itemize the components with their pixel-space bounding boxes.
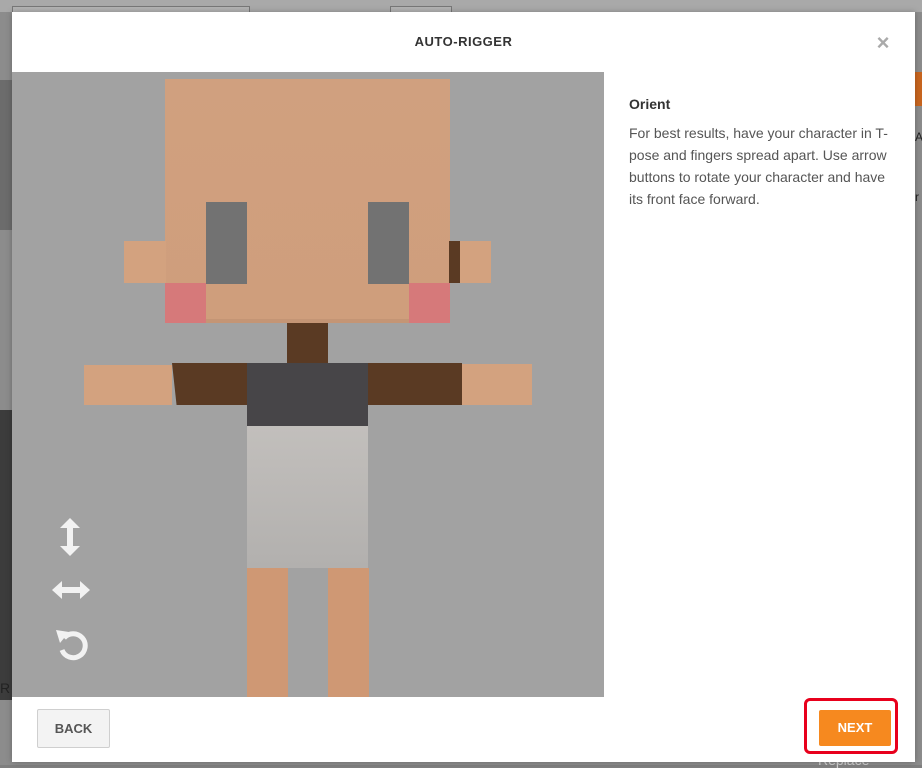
- horizontal-arrows-icon[interactable]: [50, 578, 92, 607]
- close-icon[interactable]: ×: [874, 32, 892, 54]
- background-panel: [0, 410, 12, 700]
- back-button[interactable]: BACK: [37, 709, 110, 748]
- character-head: [165, 79, 450, 323]
- character-eye-left: [206, 202, 247, 284]
- character-cheek-left: [165, 283, 206, 323]
- panel-title: Orient: [629, 96, 671, 112]
- character-hand-left: [84, 365, 172, 405]
- character-cheek-right: [409, 283, 450, 323]
- background-label: r: [915, 190, 919, 204]
- character-hand-right: [462, 364, 532, 405]
- character-leg-right: [328, 568, 369, 697]
- character-eye-right: [368, 202, 409, 284]
- background-button: [914, 72, 922, 106]
- rotate-icon[interactable]: [52, 624, 92, 669]
- character-leg-left: [247, 568, 288, 697]
- next-button[interactable]: NEXT: [819, 710, 891, 746]
- panel-description: For best results, have your character in…: [629, 125, 888, 207]
- character-ear-left: [124, 241, 166, 283]
- modal-header: AUTO-RIGGER ×: [12, 12, 915, 72]
- character-viewport[interactable]: [12, 72, 604, 697]
- character-neck: [287, 323, 328, 365]
- modal-footer: BACK NEXT: [12, 697, 915, 762]
- character-pants: [247, 426, 368, 568]
- character-ear-shade: [449, 241, 460, 283]
- instructions-panel: Orient For best results, have your chara…: [629, 96, 899, 210]
- character-sleeve-right: [368, 363, 462, 405]
- auto-rigger-modal: AUTO-RIGGER × Orient For best results, h…: [12, 12, 915, 762]
- background-label: R: [0, 680, 11, 696]
- background-label: A: [915, 130, 922, 144]
- background-panel: [0, 80, 12, 230]
- character-shirt: [247, 363, 368, 426]
- vertical-arrows-icon[interactable]: [56, 516, 84, 563]
- modal-title: AUTO-RIGGER: [414, 34, 513, 49]
- character-sleeve-left: [172, 363, 248, 405]
